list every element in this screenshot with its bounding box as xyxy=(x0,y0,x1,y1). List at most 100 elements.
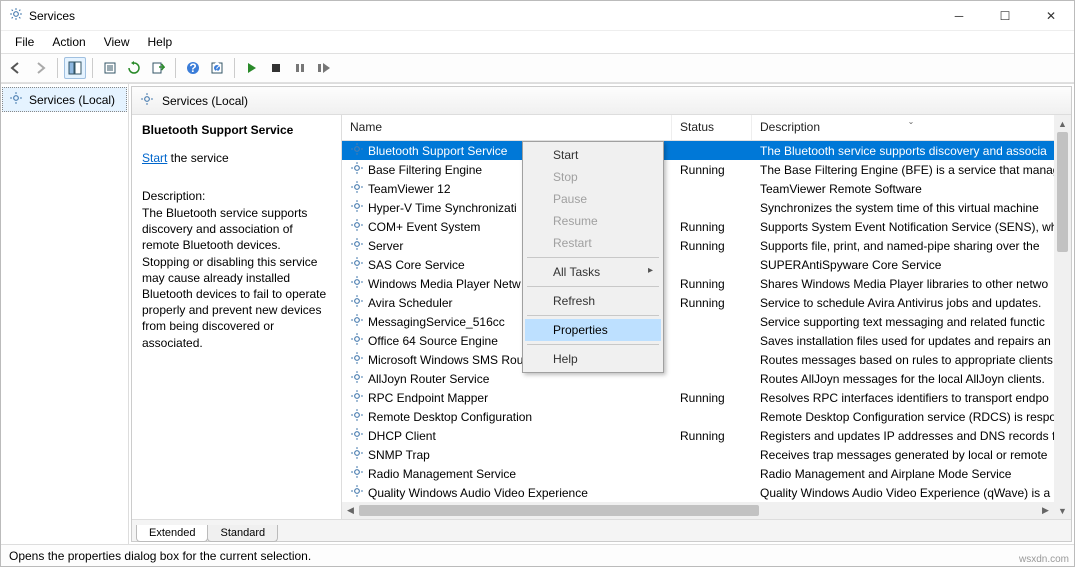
context-menu: StartStopPauseResumeRestartAll TasksRefr… xyxy=(522,141,664,373)
service-description: Receives trap messages generated by loca… xyxy=(752,448,1071,462)
menubar: FileActionViewHelp xyxy=(1,31,1074,53)
table-row[interactable]: MessagingService_516ccService supporting… xyxy=(342,312,1071,331)
refresh-button[interactable] xyxy=(123,57,145,79)
table-row[interactable]: Windows Media Player NetwRunningShares W… xyxy=(342,274,1071,293)
table-row[interactable]: Microsoft Windows SMS Rou Routes messages… xyxy=(342,350,1071,369)
table-row[interactable]: RPC Endpoint MapperRunningResolves RPC i… xyxy=(342,388,1071,407)
start-link[interactable]: Start xyxy=(142,151,167,165)
pause-service-button[interactable] xyxy=(289,57,311,79)
menu-item-start[interactable]: Start xyxy=(525,144,661,166)
restart-service-button[interactable] xyxy=(313,57,335,79)
close-button[interactable]: ✕ xyxy=(1028,1,1074,31)
table-row[interactable]: SAS Core ServiceSUPERAntiSpyware Core Se… xyxy=(342,255,1071,274)
service-name: Office 64 Source Engine xyxy=(368,334,498,348)
gear-icon xyxy=(350,199,364,216)
service-name: Bluetooth Support Service xyxy=(368,144,507,158)
service-description: Routes messages based on rules to approp… xyxy=(752,353,1071,367)
service-status: Running xyxy=(672,239,752,253)
export-button[interactable] xyxy=(147,57,169,79)
help-topics-button[interactable]: ? xyxy=(206,57,228,79)
service-status: Running xyxy=(672,391,752,405)
table-row[interactable]: ServerRunningSupports file, print, and n… xyxy=(342,236,1071,255)
menu-item-restart: Restart xyxy=(525,232,661,254)
service-description: TeamViewer Remote Software xyxy=(752,182,1071,196)
service-description: The Base Filtering Engine (BFE) is a ser… xyxy=(752,163,1071,177)
svg-text:?: ? xyxy=(214,61,221,74)
service-name: MessagingService_516cc xyxy=(368,315,505,329)
menu-file[interactable]: File xyxy=(7,33,42,51)
gear-icon xyxy=(140,92,154,109)
menu-view[interactable]: View xyxy=(96,33,138,51)
tab-standard[interactable]: Standard xyxy=(207,525,278,542)
maximize-button[interactable]: ☐ xyxy=(982,1,1028,31)
description-text: The Bluetooth service supports discovery… xyxy=(142,205,331,351)
gear-icon xyxy=(350,313,364,330)
stop-service-button[interactable] xyxy=(265,57,287,79)
service-name: Avira Scheduler xyxy=(368,296,453,310)
properties-button[interactable] xyxy=(99,57,121,79)
col-description[interactable]: Description⌄ xyxy=(752,115,1071,140)
menu-help[interactable]: Help xyxy=(140,33,181,51)
menu-item-refresh[interactable]: Refresh xyxy=(525,290,661,312)
col-status[interactable]: Status xyxy=(672,115,752,140)
table-row[interactable]: Bluetooth Support Service The Bluetooth s… xyxy=(342,141,1071,160)
menu-item-all-tasks[interactable]: All Tasks xyxy=(525,261,661,283)
tree-pane: Services (Local) xyxy=(1,84,129,544)
table-row[interactable]: Radio Management ServiceRadio Management… xyxy=(342,464,1071,483)
service-description: Shares Windows Media Player libraries to… xyxy=(752,277,1071,291)
menu-action[interactable]: Action xyxy=(44,33,93,51)
gear-icon xyxy=(9,91,23,108)
gear-icon xyxy=(350,180,364,197)
statusbar: Opens the properties dialog box for the … xyxy=(1,544,1074,566)
service-name: SNMP Trap xyxy=(368,448,430,462)
table-row[interactable]: Base Filtering EngineRunningThe Base Fil… xyxy=(342,160,1071,179)
service-description: The Bluetooth service supports discovery… xyxy=(752,144,1071,158)
service-name: SAS Core Service xyxy=(368,258,465,272)
menu-item-properties[interactable]: Properties xyxy=(525,319,661,341)
help-button[interactable]: ? xyxy=(182,57,204,79)
service-description: Routes AllJoyn messages for the local Al… xyxy=(752,372,1071,386)
start-service-button[interactable] xyxy=(241,57,263,79)
gear-icon xyxy=(350,427,364,444)
detail-pane: Services (Local) Bluetooth Support Servi… xyxy=(131,86,1072,542)
table-row[interactable]: TeamViewer 12TeamViewer Remote Software xyxy=(342,179,1071,198)
statusbar-text: Opens the properties dialog box for the … xyxy=(9,549,311,563)
horizontal-scrollbar[interactable]: ◀▶ xyxy=(342,502,1054,519)
table-row[interactable]: Hyper-V Time Synchronizati Synchronizes t… xyxy=(342,198,1071,217)
table-row[interactable]: Remote Desktop ConfigurationRemote Deskt… xyxy=(342,407,1071,426)
toolbar: ? ? xyxy=(1,53,1074,83)
menu-item-pause: Pause xyxy=(525,188,661,210)
gear-icon xyxy=(350,465,364,482)
gear-icon xyxy=(350,275,364,292)
service-name: Microsoft Windows SMS Rou xyxy=(368,353,523,367)
tree-root-item[interactable]: Services (Local) xyxy=(2,87,127,112)
service-description: Service to schedule Avira Antivirus jobs… xyxy=(752,296,1071,310)
service-name: Hyper-V Time Synchronizati xyxy=(368,201,517,215)
table-row[interactable]: SNMP Trap Receives trap messages generate… xyxy=(342,445,1071,464)
gear-icon xyxy=(350,389,364,406)
gear-icon xyxy=(350,142,364,159)
table-row[interactable]: AllJoyn Router ServiceRoutes AllJoyn mes… xyxy=(342,369,1071,388)
forward-button[interactable] xyxy=(29,57,51,79)
table-row[interactable]: Quality Windows Audio Video ExperienceQu… xyxy=(342,483,1071,502)
detail-header-title: Services (Local) xyxy=(162,94,248,108)
menu-item-help[interactable]: Help xyxy=(525,348,661,370)
tab-extended[interactable]: Extended xyxy=(136,525,208,542)
table-row[interactable]: DHCP ClientRunningRegisters and updates … xyxy=(342,426,1071,445)
service-description: Saves installation files used for update… xyxy=(752,334,1071,348)
vertical-scrollbar[interactable]: ▲▼ xyxy=(1054,115,1071,519)
gear-icon xyxy=(350,332,364,349)
service-description: Synchronizes the system time of this vir… xyxy=(752,201,1071,215)
table-row[interactable]: Office 64 Source Engine Saves installatio… xyxy=(342,331,1071,350)
minimize-button[interactable]: ─ xyxy=(936,1,982,31)
service-description: Radio Management and Airplane Mode Servi… xyxy=(752,467,1071,481)
table-row[interactable]: Avira SchedulerRunningService to schedul… xyxy=(342,293,1071,312)
service-status: Running xyxy=(672,163,752,177)
col-name[interactable]: Name xyxy=(342,115,672,140)
table-row[interactable]: COM+ Event SystemRunningSupports System … xyxy=(342,217,1071,236)
back-button[interactable] xyxy=(5,57,27,79)
show-hide-tree-button[interactable] xyxy=(64,57,86,79)
service-description: Registers and updates IP addresses and D… xyxy=(752,429,1071,443)
gear-icon xyxy=(350,237,364,254)
description-label: Description: xyxy=(142,189,331,203)
